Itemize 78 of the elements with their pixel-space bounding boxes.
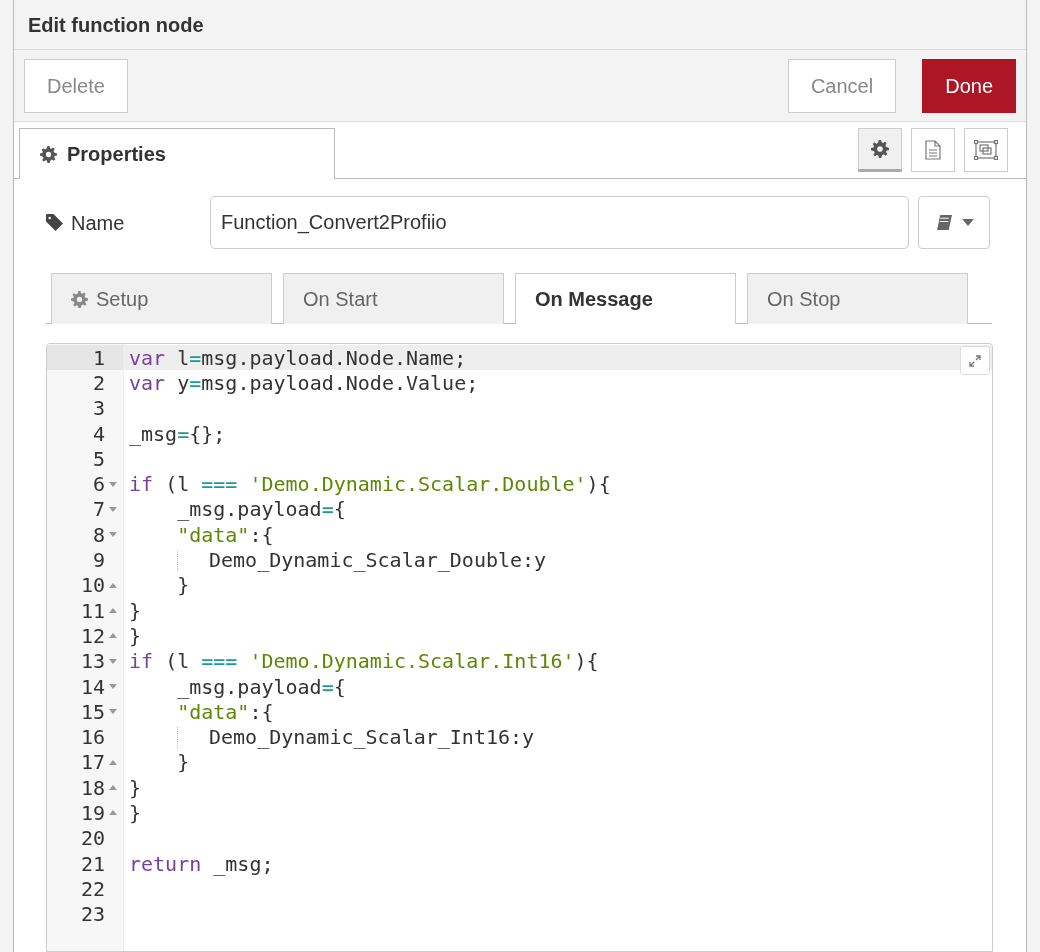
toolbar-button[interactable]: [964, 128, 1008, 172]
fold-arrow-icon[interactable]: [109, 709, 117, 715]
fold-arrow-icon[interactable]: [109, 506, 117, 512]
fold-arrow-icon[interactable]: [109, 532, 117, 538]
code-line: Demo_Dynamic_Scalar_Int16:y: [209, 724, 535, 752]
code-editor[interactable]: [46, 343, 993, 952]
fold-arrow-icon[interactable]: [109, 810, 117, 816]
expand-icon: [969, 354, 981, 367]
code-line: _msg={};: [129, 420, 226, 448]
code-line: var y=msg.payload.Node.Value;: [129, 369, 479, 397]
caret-icon: [961, 219, 974, 226]
done-button[interactable]: Done: [922, 58, 1016, 113]
code-line: }: [129, 774, 142, 802]
line-number: 8: [92, 521, 105, 549]
code-line: _msg.payload={: [176, 496, 346, 524]
fold-arrow-icon[interactable]: [109, 582, 117, 588]
settings-icon: [871, 140, 889, 158]
library-dropdown[interactable]: [918, 196, 990, 249]
line-number: 6: [92, 471, 105, 499]
line-number: 17: [80, 749, 105, 777]
properties-tab[interactable]: Properties: [19, 128, 335, 179]
fold-arrow-icon[interactable]: [109, 481, 117, 487]
line-number: 18: [80, 774, 105, 802]
expand-button[interactable]: [960, 346, 990, 375]
tag-icon: [46, 214, 63, 231]
document-icon: [925, 140, 941, 160]
code-line: }: [129, 800, 142, 827]
book-icon: [934, 214, 954, 231]
code-line: }: [176, 749, 190, 777]
code-line: }: [129, 597, 142, 625]
editor-tab[interactable]: On Start: [283, 273, 504, 324]
line-number: 13: [80, 648, 105, 676]
fold-arrow-icon[interactable]: [109, 684, 117, 689]
line-number: 9: [92, 547, 105, 575]
gear-icon: [40, 145, 57, 163]
line-number: 1: [92, 344, 105, 372]
fold-arrow-icon[interactable]: [109, 785, 117, 791]
editor-tab[interactable]: On Message: [515, 273, 736, 324]
frame-icon: [974, 140, 998, 160]
line-number: 23: [80, 901, 105, 929]
line-number: 4: [92, 420, 105, 448]
code-line: _msg.payload={: [176, 673, 346, 701]
fold-arrow-icon[interactable]: [109, 759, 117, 765]
code-line: return _msg;: [129, 850, 274, 878]
line-number: 10: [80, 572, 105, 600]
code-line: "data":{: [176, 521, 274, 549]
name-label: Name: [71, 210, 125, 236]
line-number: 22: [80, 875, 105, 903]
line-number: 12: [80, 622, 105, 650]
line-number: 5: [92, 445, 105, 473]
line-number: 20: [80, 825, 105, 853]
code-line: if (l === 'Demo.Dynamic.Scalar.Double'){: [129, 471, 611, 499]
line-number: 16: [80, 724, 105, 752]
line-number: 15: [80, 698, 105, 726]
toolbar-button[interactable]: [858, 128, 902, 172]
code-line: Demo_Dynamic_Scalar_Double:y: [209, 547, 547, 575]
fold-arrow-icon[interactable]: [109, 633, 117, 639]
editor-tab[interactable]: On Stop: [747, 273, 968, 324]
code-line: }: [176, 572, 190, 600]
code-line: var l=msg.payload.Node.Name;: [129, 344, 467, 372]
code-line: }: [129, 622, 142, 650]
editor-tab[interactable]: Setup: [51, 273, 272, 324]
dialog-title: Edit function node: [28, 12, 204, 38]
line-number: 7: [92, 496, 105, 524]
cancel-button[interactable]: Cancel: [787, 58, 897, 113]
code-line: if (l === 'Demo.Dynamic.Scalar.Int16'){: [129, 648, 599, 676]
line-number: 19: [80, 800, 105, 827]
code-line: "data":{: [176, 699, 274, 726]
line-number: 21: [80, 850, 105, 878]
line-number: 3: [92, 395, 105, 423]
line-number: 14: [80, 673, 105, 701]
gear-icon: [71, 290, 88, 308]
line-number: 11: [80, 597, 105, 625]
fold-arrow-icon[interactable]: [109, 658, 117, 664]
delete-button[interactable]: Delete: [24, 58, 128, 113]
fold-arrow-icon[interactable]: [109, 608, 117, 614]
line-number: 2: [92, 369, 105, 397]
name-field[interactable]: Function_Convert2Profiio: [210, 196, 909, 249]
